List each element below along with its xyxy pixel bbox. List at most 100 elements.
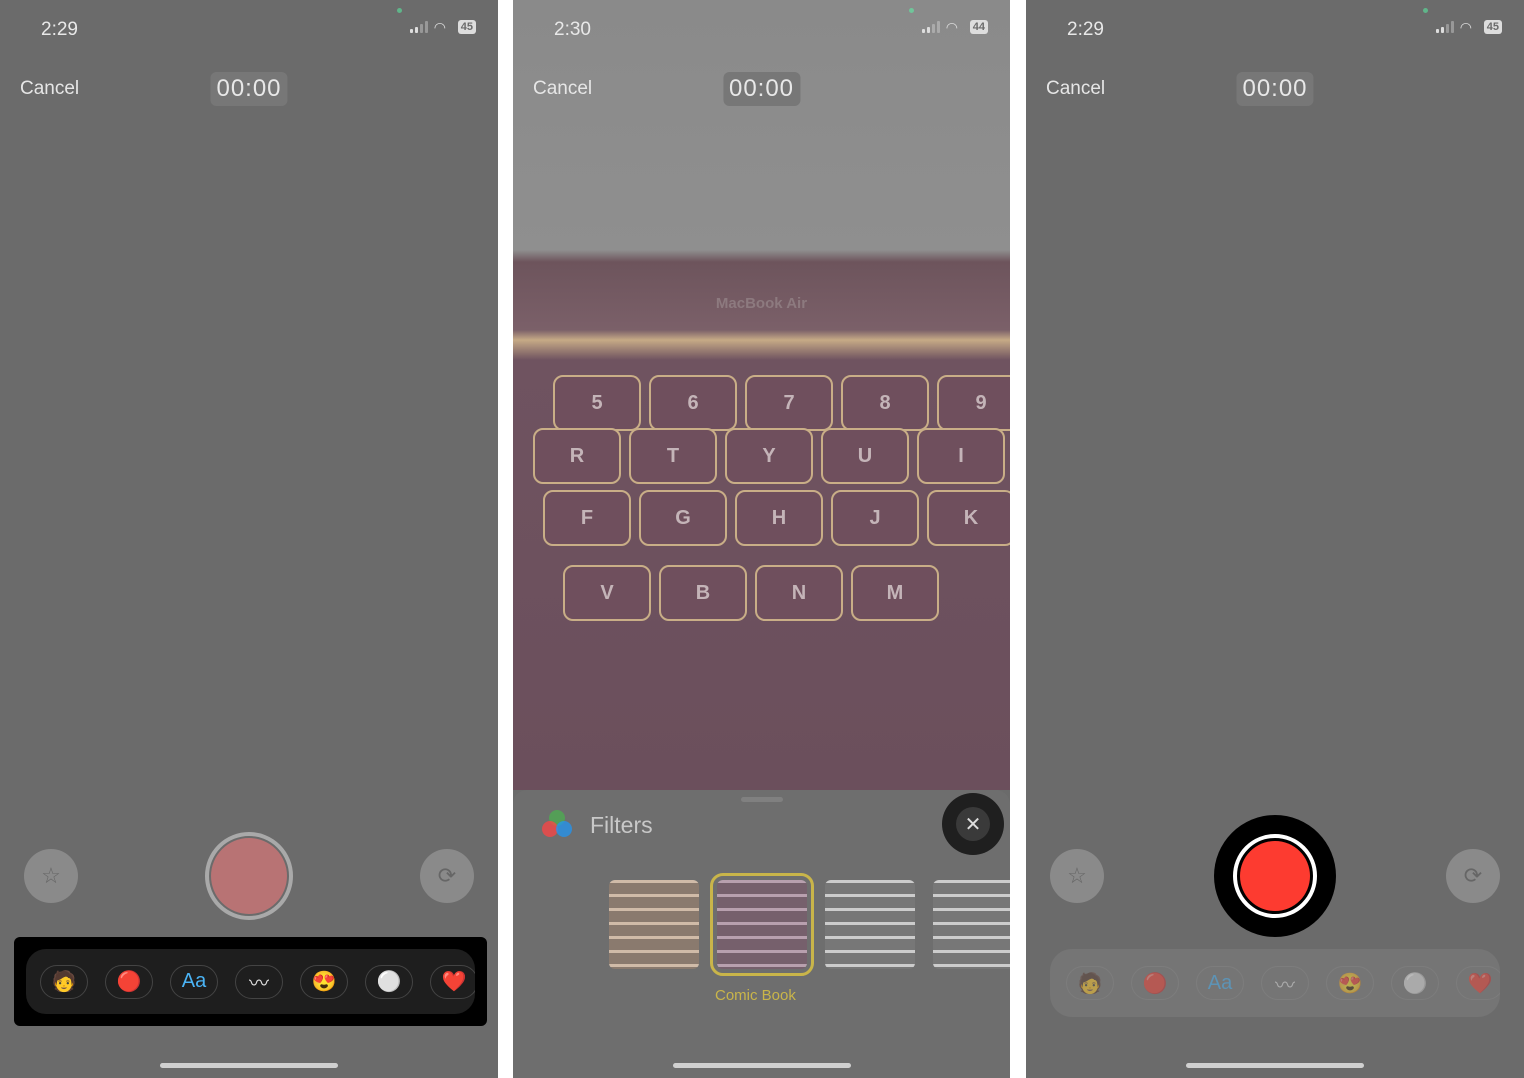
wifi-icon: ◠ [1459,18,1472,35]
battery-icon: 45 [1483,20,1502,34]
key: J [831,490,919,546]
app-memoji-button[interactable]: 🧑 [1066,966,1114,1000]
phone-screen-3: 2:29 ◠ 45 Cancel 00:00 ☆ ⟳ 🧑 🔴 Aa 〰 😍 ⚪ ❤️ [1026,0,1524,1078]
app-stickers-button[interactable]: ⚪ [1391,966,1439,1000]
star-icon: ☆ [1067,863,1087,888]
emoji-stickers-icon: ❤️ [1467,972,1493,995]
battery-icon: 44 [969,20,988,34]
record-button-active[interactable] [1214,815,1336,937]
signal-icon [1435,21,1454,33]
emoji-stickers-icon: ❤️ [441,971,467,993]
app-filters-button[interactable]: 🔴 [1131,966,1179,1000]
effects-app-tray: 🧑 🔴 Aa 〰 😍 ⚪ ❤️ [1050,949,1500,1017]
memoji-stickers-icon: 😍 [1337,972,1363,995]
camera-preview: MacBook Air 5 6 7 8 9 R T Y U I F G H J K V B N M [513,0,1010,790]
shapes-icon: 〰 [1275,974,1295,997]
effects-button[interactable]: ☆ [24,849,78,903]
key: G [639,490,727,546]
memoji-icon: 🧑 [51,971,77,993]
app-tray-highlight: 🧑 🔴 Aa 〰 😍 ⚪ ❤️ [14,937,487,1026]
app-memoji-button[interactable]: 🧑 [40,964,88,999]
key-row: 56789 [553,375,1010,431]
cancel-button[interactable]: Cancel [20,78,79,100]
key: M [851,565,939,621]
camera-indicator [909,8,914,13]
signal-icon [921,21,940,33]
status-time: 2:30 [554,19,591,40]
flip-camera-button[interactable]: ⟳ [1446,849,1500,903]
key: 7 [745,375,833,431]
flip-camera-button[interactable]: ⟳ [420,849,474,903]
camera-flip-icon: ⟳ [1463,863,1483,888]
signal-icon [409,21,428,33]
close-filters-button[interactable]: ✕ [942,793,1004,855]
app-filters-button[interactable]: 🔴 [105,964,153,999]
brand-text: MacBook Air [715,295,808,312]
filter-thumbnail-comic-book[interactable] [710,873,814,976]
filter-thumbnail[interactable] [825,880,915,969]
text-icon: Aa [1207,971,1233,994]
filters-title: Filters [590,812,653,838]
status-time: 2:29 [1067,19,1104,40]
wifi-icon: ◠ [433,18,446,35]
status-time: 2:29 [41,19,78,40]
recording-timer: 00:00 [210,72,288,106]
wifi-icon: ◠ [945,18,958,35]
star-icon: ☆ [41,863,61,888]
app-text-button[interactable]: Aa [170,964,218,999]
key: I [917,428,1005,484]
recording-timer: 00:00 [722,72,801,106]
camera-indicator [397,8,402,13]
app-memoji-stickers-button[interactable]: 😍 [300,964,348,999]
filter-thumbnail[interactable] [933,880,1010,969]
shapes-icon: 〰 [249,973,269,995]
key: Y [725,428,813,484]
key: N [755,565,843,621]
app-memoji-stickers-button[interactable]: 😍 [1326,966,1374,1000]
app-emoji-stickers-button[interactable]: ❤️ [430,964,475,999]
home-indicator [160,1063,338,1068]
home-indicator [1186,1063,1364,1068]
key: B [659,565,747,621]
stickers-icon: ⚪ [1402,972,1428,995]
record-button[interactable] [205,832,293,920]
stickers-icon: ⚪ [376,971,402,993]
sheet-grabber[interactable] [741,797,783,802]
key: 8 [841,375,929,431]
text-icon: Aa [181,970,207,992]
app-shapes-button[interactable]: 〰 [1261,966,1309,1000]
phone-screen-1: 2:29 ◠ 45 Cancel 00:00 ☆ ⟳ 🧑 🔴 Aa 〰 😍 ⚪ ❤️ [0,0,498,1078]
close-icon: ✕ [956,807,990,841]
filter-list [609,873,1010,976]
key: 5 [553,375,641,431]
key: K [927,490,1010,546]
filters-icon [539,808,575,844]
recording-timer: 00:00 [1236,72,1314,106]
battery-icon: 45 [457,20,476,34]
key: 6 [649,375,737,431]
key: H [735,490,823,546]
home-indicator [672,1063,851,1068]
filters-icon: 🔴 [1142,972,1168,995]
key-row: FGHJK [543,490,1010,546]
filter-thumbnail[interactable] [609,880,699,969]
status-bar-icons: ◠ 45 [1435,18,1502,35]
memoji-stickers-icon: 😍 [311,971,337,993]
phone-screen-2: MacBook Air 5 6 7 8 9 R T Y U I F G H J K V B N M 2:30 ◠ 44… [513,0,1010,1078]
app-shapes-button[interactable]: 〰 [235,964,283,999]
effects-button[interactable]: ☆ [1050,849,1104,903]
status-bar-icons: ◠ 44 [921,18,988,35]
app-stickers-button[interactable]: ⚪ [365,964,413,999]
cancel-button[interactable]: Cancel [533,78,592,100]
filters-sheet: Filters ✕ Comic Book [513,790,1010,1078]
camera-flip-icon: ⟳ [437,863,457,888]
app-text-button[interactable]: Aa [1196,966,1244,1000]
key: F [543,490,631,546]
key: U [821,428,909,484]
camera-indicator [1423,8,1428,13]
status-bar-icons: ◠ 45 [409,18,476,35]
selected-filter-label: Comic Book [715,987,796,1004]
cancel-button[interactable]: Cancel [1046,78,1105,100]
key-row: RTYUI [533,428,1005,484]
app-emoji-stickers-button[interactable]: ❤️ [1456,966,1500,1000]
